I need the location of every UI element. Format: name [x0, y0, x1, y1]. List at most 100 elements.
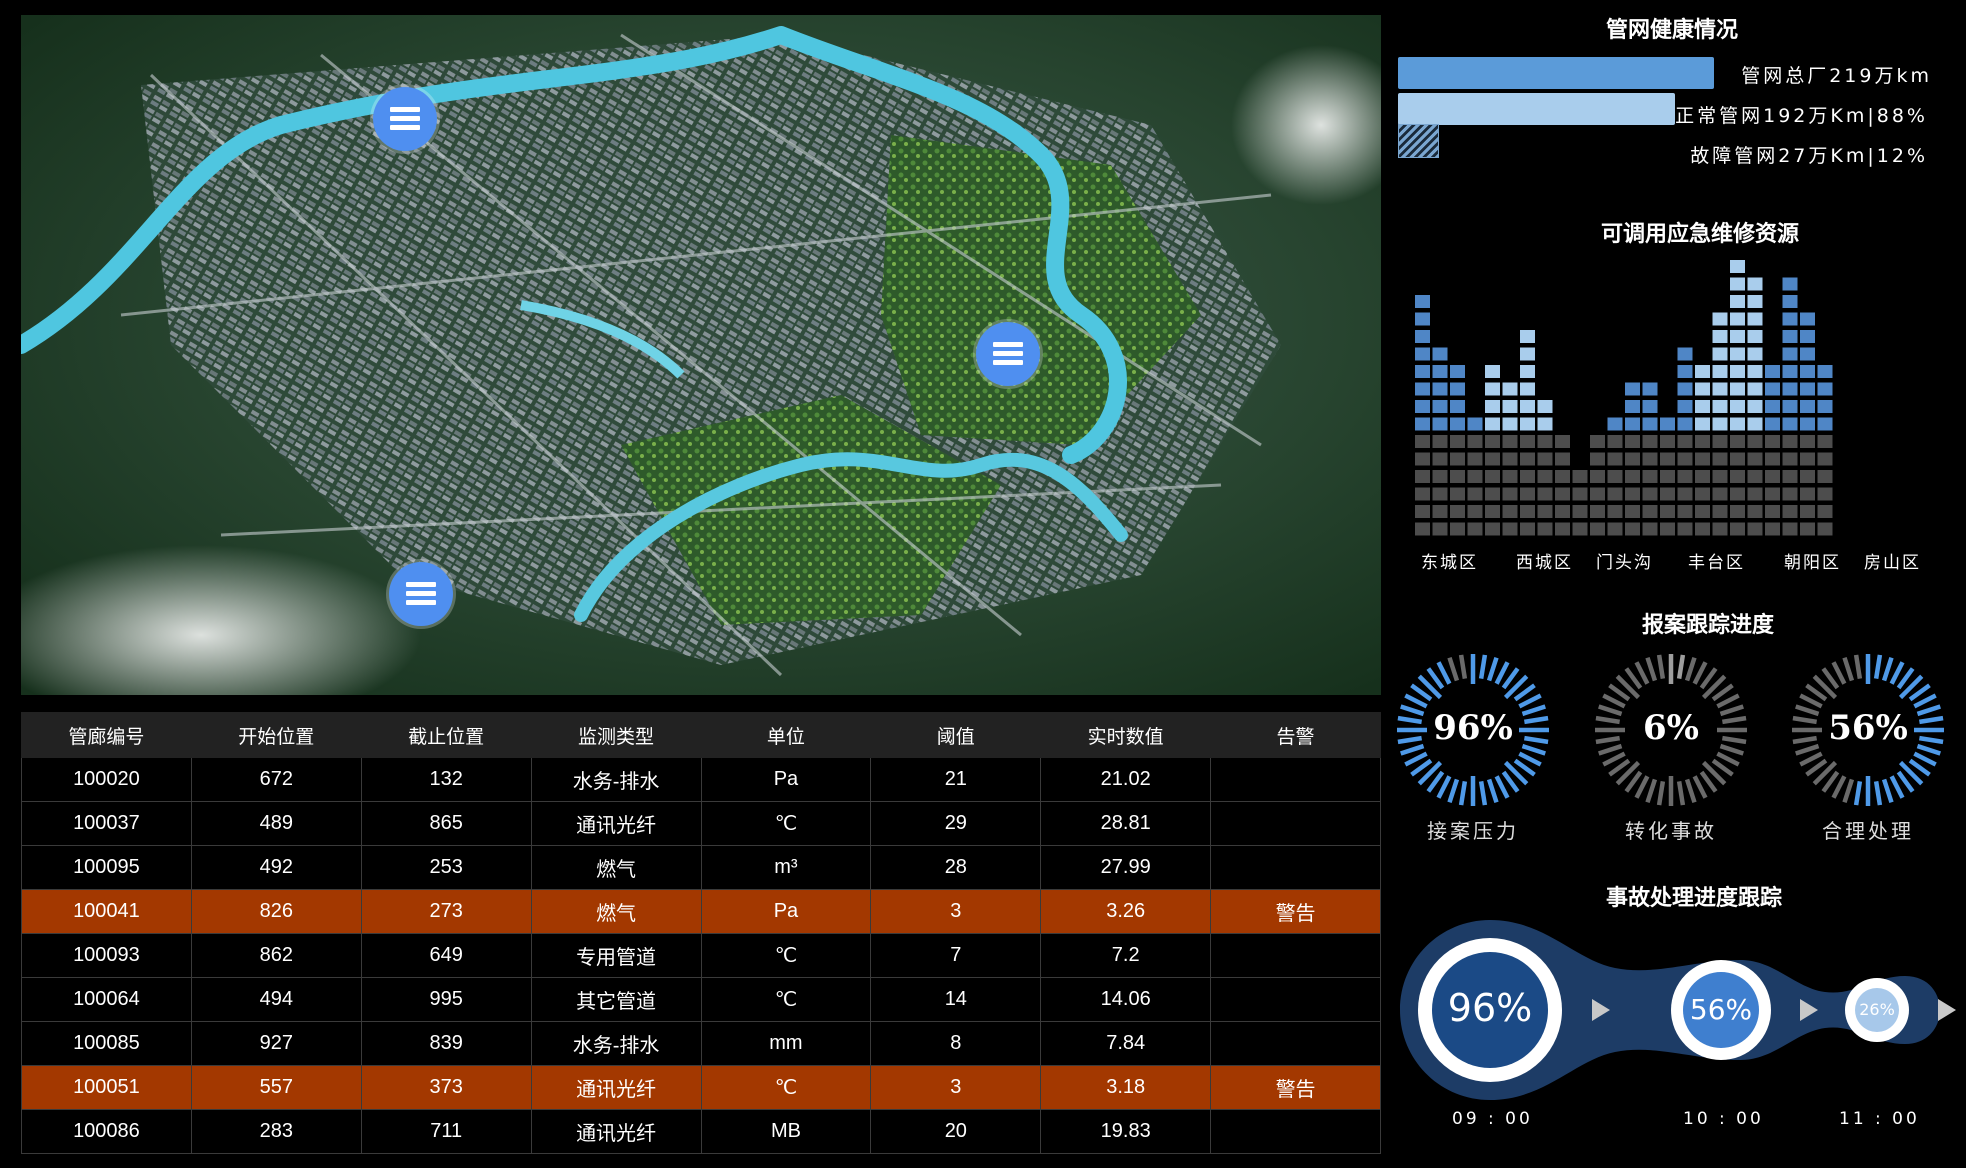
- resource-column: [1817, 365, 1833, 536]
- monitoring-table: 管廊编号 开始位置 截止位置 监测类型 单位 阈值 实时数值 告警 100020 672 132 水…: [21, 712, 1381, 1154]
- table-row[interactable]: 100093 862 649 专用管道 ℃ 7 7.2: [21, 933, 1381, 978]
- resource-cell-base: [1450, 487, 1465, 501]
- table-row[interactable]: 100085 927 839 水务-排水 mm 8 7.84: [21, 1021, 1381, 1066]
- resource-column: [1642, 382, 1658, 536]
- gauge-tick: [1656, 654, 1666, 679]
- resource-cell-base: [1415, 522, 1430, 536]
- gauge-tick: [1436, 661, 1452, 685]
- gauge-tick: [1404, 693, 1428, 709]
- resource-cell-available: [1782, 277, 1798, 291]
- resource-cell-base: [1765, 505, 1780, 518]
- resource-cell-available: [1415, 347, 1430, 361]
- resource-cell-base: [1712, 522, 1728, 536]
- gauge-tick: [1458, 781, 1468, 806]
- resource-cell-base: [1765, 470, 1780, 483]
- gauge-tick: [1486, 778, 1499, 803]
- gauge-tick: [1478, 654, 1488, 679]
- table-cell: m³: [700, 845, 872, 890]
- column-header[interactable]: 开始位置: [190, 712, 362, 758]
- table-cell: 927: [190, 1021, 362, 1066]
- resource-cell-available: [1730, 295, 1745, 308]
- resource-cell-available: [1712, 417, 1728, 431]
- column-header[interactable]: 告警: [1210, 712, 1381, 758]
- gauge-tick: [1634, 775, 1650, 799]
- resource-cell-base: [1572, 522, 1588, 536]
- column-header[interactable]: 监测类型: [530, 712, 702, 758]
- resource-cell-base: [1730, 522, 1745, 536]
- resource-cell-base: [1765, 435, 1780, 448]
- resource-cell-base: [1432, 522, 1448, 536]
- resource-cell-available: [1817, 417, 1833, 431]
- table-cell: 100020: [21, 757, 192, 802]
- map-marker-1[interactable]: [373, 87, 437, 151]
- table-row[interactable]: 100020 672 132 水务-排水 Pa 21 21.02: [21, 757, 1381, 802]
- gauge-tick: [1873, 781, 1883, 806]
- table-cell: 557: [190, 1065, 362, 1110]
- table-cell: 132: [360, 757, 532, 802]
- table-row[interactable]: 100041 826 273 燃气 Pa 3 3.26 警告: [21, 889, 1381, 934]
- resource-cell-base: [1590, 470, 1605, 483]
- map-marker-3[interactable]: [389, 562, 453, 626]
- table-row[interactable]: 100095 492 253 燃气 m³ 28 27.99: [21, 845, 1381, 890]
- resource-cell-base: [1537, 505, 1553, 518]
- resource-cell-available: [1415, 417, 1430, 431]
- gauge-tick: [1684, 778, 1697, 803]
- resource-cell-base: [1677, 522, 1693, 536]
- resource-cell-base: [1695, 487, 1710, 501]
- column-header[interactable]: 管廊编号: [21, 712, 192, 758]
- resource-cell-available: [1782, 312, 1798, 326]
- table-row[interactable]: 100064 494 995 其它管道 ℃ 14 14.06: [21, 977, 1381, 1022]
- city-aerial-map[interactable]: [21, 15, 1381, 695]
- health-bar-3: [1398, 124, 1439, 158]
- gauge-tick: [1676, 654, 1686, 679]
- resource-cell-available: [1782, 382, 1798, 396]
- resource-cell-available: [1520, 382, 1535, 396]
- district-label: 门头沟: [1596, 553, 1653, 573]
- resource-cell-base: [1485, 522, 1500, 536]
- resource-cell-base: [1730, 452, 1745, 466]
- column-header[interactable]: 阈值: [870, 712, 1042, 758]
- table-cell: 373: [360, 1065, 532, 1110]
- progress-bubble: 56%: [1671, 960, 1771, 1060]
- resource-cell-available: [1730, 382, 1745, 396]
- resource-cell-available: [1747, 365, 1763, 378]
- resource-cell-base: [1607, 435, 1623, 448]
- resource-cell-available: [1800, 312, 1815, 326]
- resource-column: [1555, 435, 1570, 536]
- resource-cell-base: [1537, 470, 1553, 483]
- column-header[interactable]: 截止位置: [360, 712, 532, 758]
- resource-cell-base: [1537, 522, 1553, 536]
- table-cell: 7.84: [1040, 1021, 1212, 1066]
- map-marker-2[interactable]: [976, 322, 1040, 386]
- progress-bubble-percent: 26%: [1859, 1000, 1895, 1020]
- table-row[interactable]: 100051 557 373 通讯光纤 ℃ 3 3.18 警告: [21, 1065, 1381, 1110]
- column-header[interactable]: 单位: [700, 712, 872, 758]
- table-row[interactable]: 100037 489 865 通讯光纤 ℃ 29 28.81: [21, 801, 1381, 846]
- resource-cell-base: [1432, 470, 1448, 483]
- table-cell: 14: [870, 977, 1042, 1022]
- resource-cell-base: [1607, 452, 1623, 466]
- accident-title: 事故处理进度跟踪: [1605, 886, 1782, 911]
- resource-cell-available: [1677, 365, 1693, 378]
- resource-cell-base: [1712, 487, 1728, 501]
- resource-cell-available: [1520, 330, 1535, 343]
- resource-cell-base: [1502, 435, 1518, 448]
- table-row[interactable]: 100086 283 711 通讯光纤 MB 20 19.83: [21, 1109, 1381, 1154]
- table-cell: 100041: [21, 889, 192, 934]
- resource-cell-base: [1485, 505, 1500, 518]
- resource-cell-base: [1660, 522, 1675, 536]
- table-cell: 其它管道: [530, 977, 702, 1022]
- resource-cell-base: [1485, 487, 1500, 501]
- resource-cell-base: [1450, 452, 1465, 466]
- resource-cell-base: [1765, 452, 1780, 466]
- resource-cell-available: [1677, 417, 1693, 431]
- column-header[interactable]: 实时数值: [1040, 712, 1212, 758]
- resource-column: [1502, 382, 1518, 536]
- resource-cell-available: [1607, 417, 1623, 431]
- resource-cell-available: [1520, 400, 1535, 413]
- gauge-tick: [1881, 778, 1894, 803]
- resource-cell-available: [1730, 347, 1745, 361]
- resource-cell-available: [1695, 365, 1710, 378]
- health-bar-label: 管网总厂219万km: [1741, 65, 1932, 87]
- gauge-percent: 96%: [1433, 708, 1513, 748]
